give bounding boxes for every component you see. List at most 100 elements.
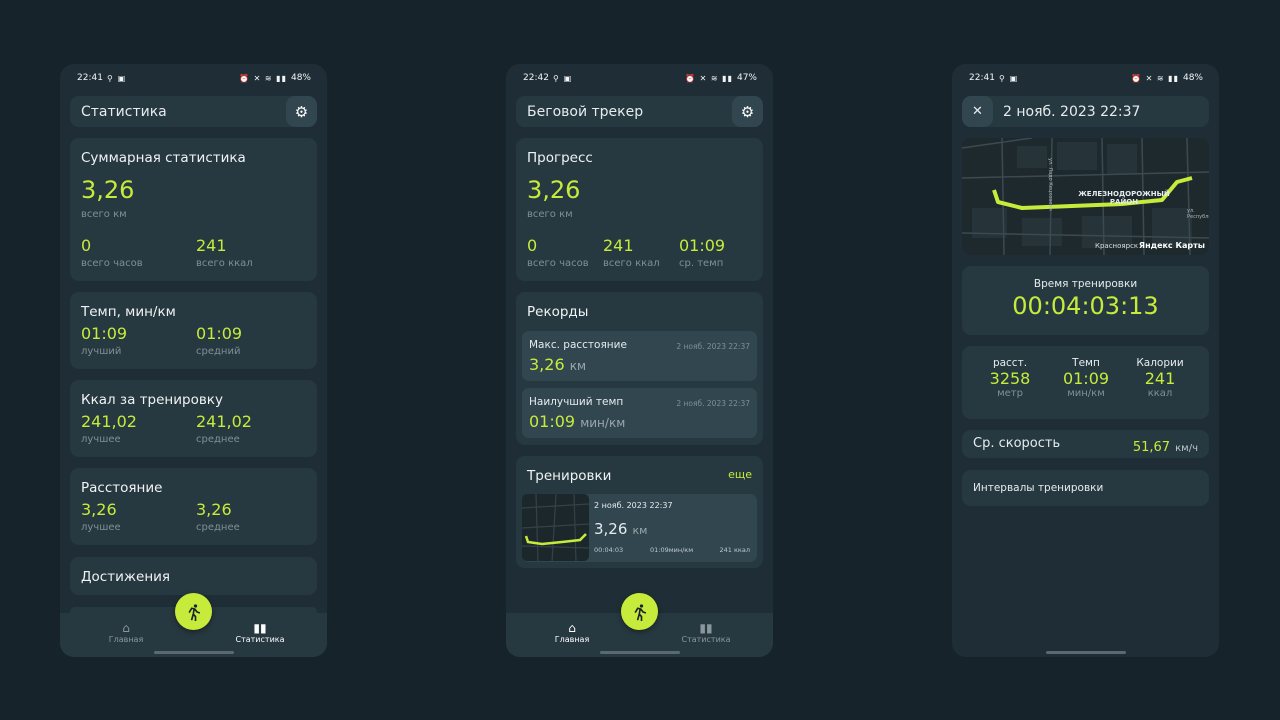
kcal-card: Ккал за тренировку 241,02 лучшее 241,02 … (70, 380, 317, 457)
settings-button[interactable]: ⚙ (286, 96, 317, 127)
progress-hours-label: всего часов (527, 258, 589, 269)
stat-calories: Калории 241 ккал (1112, 357, 1208, 399)
nav-stats[interactable]: ▮▮ Статистика (666, 621, 746, 644)
progress-kcal-label: всего ккал (603, 258, 660, 269)
records-title: Рекорды (527, 304, 589, 320)
map-brand-logo: Яндекс Карты (1138, 241, 1205, 250)
settings-button[interactable]: ⚙ (732, 96, 763, 127)
progress-km-value: 3,26 (527, 176, 581, 204)
record-label: Макс. расстояние (529, 339, 627, 351)
image-icon: ▣ (117, 73, 127, 83)
summary-km-value: 3,26 (81, 176, 135, 204)
nav-stats-label: Статистика (235, 635, 285, 644)
map-street-label: ул. Ладо Кецховели (1047, 158, 1053, 211)
start-run-button[interactable] (621, 593, 658, 630)
avg-speed-value: 51,67 (1132, 440, 1171, 455)
top-app-bar: Статистика ⚙ (70, 96, 317, 127)
top-app-bar: Беговой трекер ⚙ (516, 96, 763, 127)
battery-level: 48% (290, 73, 311, 83)
workout-item[interactable]: 2 нояб. 2023 22:37 3,26 км 00:04:03 01:0… (522, 494, 757, 562)
map-district-label-2: РАЙОН (1109, 198, 1139, 206)
gear-icon: ⚙ (294, 102, 309, 121)
progress-card: Прогресс 3,26 всего км 0 всего часов 241… (516, 138, 763, 281)
nav-home[interactable]: ⌂ Главная (532, 621, 612, 644)
location-pin-icon: ⚲ (998, 73, 1006, 83)
status-time: 22:41 (77, 73, 103, 83)
home-icon: ⌂ (122, 621, 130, 635)
summary-km-label: всего км (81, 209, 127, 220)
workout-distance-unit: км (632, 524, 648, 537)
workout-stats-card: расст. 3258 метр Темп 01:09 мин/км Калор… (962, 346, 1209, 419)
workout-date: 2 нояб. 2023 22:37 (594, 501, 673, 510)
bar-chart-icon: ▮▮ (699, 621, 713, 635)
workout-distance: 3,26 (594, 520, 628, 538)
distance-best-value: 3,26 (81, 500, 117, 519)
battery-level: 48% (1182, 73, 1203, 83)
pace-best-label: лучший (81, 346, 122, 357)
summary-hours-label: всего часов (81, 258, 143, 269)
page-title: 2 нояб. 2023 22:37 (1003, 103, 1141, 120)
record-date: 2 нояб. 2023 22:37 (676, 399, 750, 408)
battery-level: 47% (736, 73, 757, 83)
distance-avg-label: среднее (196, 522, 240, 533)
nav-stats-label: Статистика (681, 635, 731, 644)
summary-kcal-value: 241 (196, 236, 227, 255)
kcal-avg-value: 241,02 (196, 412, 252, 431)
distance-title: Расстояние (81, 480, 163, 496)
image-icon: ▣ (1009, 73, 1019, 83)
nav-stats[interactable]: ▮▮ Статистика (220, 621, 300, 644)
achievements-card[interactable]: Достижения (70, 557, 317, 595)
records-card: Рекорды Макс. расстояние 2 нояб. 2023 22… (516, 292, 763, 445)
start-run-button[interactable] (175, 593, 212, 630)
kcal-best-value: 241,02 (81, 412, 137, 431)
gesture-bar (154, 651, 234, 654)
gesture-bar (600, 651, 680, 654)
status-bar: 22:41 ⚲ ▣ ⏰ ✕ ≋ ▮▮ 48% (952, 64, 1219, 92)
pace-avg-label: средний (196, 346, 241, 357)
status-time: 22:42 (523, 73, 549, 83)
bar-chart-icon: ▮▮ (253, 621, 267, 635)
status-icons: ⏰ ✕ ≋ ▮▮ (1131, 73, 1179, 83)
close-icon: ✕ (972, 104, 983, 119)
gesture-bar (1046, 651, 1126, 654)
record-date: 2 нояб. 2023 22:37 (676, 342, 750, 351)
pace-title: Темп, мин/км (81, 304, 176, 320)
distance-avg-value: 3,26 (196, 500, 232, 519)
avg-speed-label: Ср. скорость (973, 436, 1061, 451)
record-value: 01:09 (529, 412, 576, 431)
intervals-label: Интервалы тренировки (973, 482, 1104, 494)
status-icons: ⏰ ✕ ≋ ▮▮ (239, 73, 287, 83)
workout-pace: 01:09мин/км (650, 546, 694, 554)
route-map[interactable]: ЖЕЛЕЗНОДОРОЖНЫЙ РАЙОН ул. Ладо Кецховели… (962, 138, 1209, 255)
progress-title: Прогресс (527, 150, 593, 166)
stat-label: Калории (1136, 357, 1184, 369)
home-icon: ⌂ (568, 621, 576, 635)
map-district-label: ЖЕЛЕЗНОДОРОЖНЫЙ (1078, 190, 1170, 198)
workouts-more-link[interactable]: еще (728, 468, 752, 481)
kcal-best-label: лучшее (81, 434, 121, 445)
record-max-distance[interactable]: Макс. расстояние 2 нояб. 2023 22:37 3,26… (522, 331, 757, 381)
record-value: 3,26 (529, 355, 565, 374)
workouts-title: Тренировки (527, 468, 612, 484)
close-button[interactable]: ✕ (962, 96, 993, 127)
kcal-title: Ккал за тренировку (81, 392, 223, 408)
record-best-pace[interactable]: Наилучший темп 2 нояб. 2023 22:37 01:09 … (522, 388, 757, 438)
achievements-title: Достижения (81, 569, 171, 585)
summary-title: Суммарная статистика (81, 150, 246, 166)
map-city-label: Красноярск (1095, 242, 1139, 250)
status-icons: ⏰ ✕ ≋ ▮▮ (685, 73, 733, 83)
status-bar: 22:42 ⚲ ▣ ⏰ ✕ ≋ ▮▮ 47% (506, 64, 773, 92)
pace-card: Темп, мин/км 01:09 лучший 01:09 средний (70, 292, 317, 369)
workouts-card: Тренировки еще 2 нояб. 2023 22:37 3,26 к… (516, 456, 763, 568)
progress-pace-label: ср. темп (679, 258, 724, 269)
record-unit: мин/км (580, 416, 626, 430)
progress-pace-value: 01:09 (679, 236, 726, 255)
intervals-card[interactable]: Интервалы тренировки (962, 470, 1209, 506)
location-pin-icon: ⚲ (552, 73, 560, 83)
gear-icon: ⚙ (740, 102, 755, 121)
status-time: 22:41 (969, 73, 995, 83)
avg-speed-unit: км/ч (1175, 443, 1198, 454)
nav-home[interactable]: ⌂ Главная (86, 621, 166, 644)
record-unit: км (569, 359, 587, 373)
stat-value: 241 (1144, 369, 1176, 388)
